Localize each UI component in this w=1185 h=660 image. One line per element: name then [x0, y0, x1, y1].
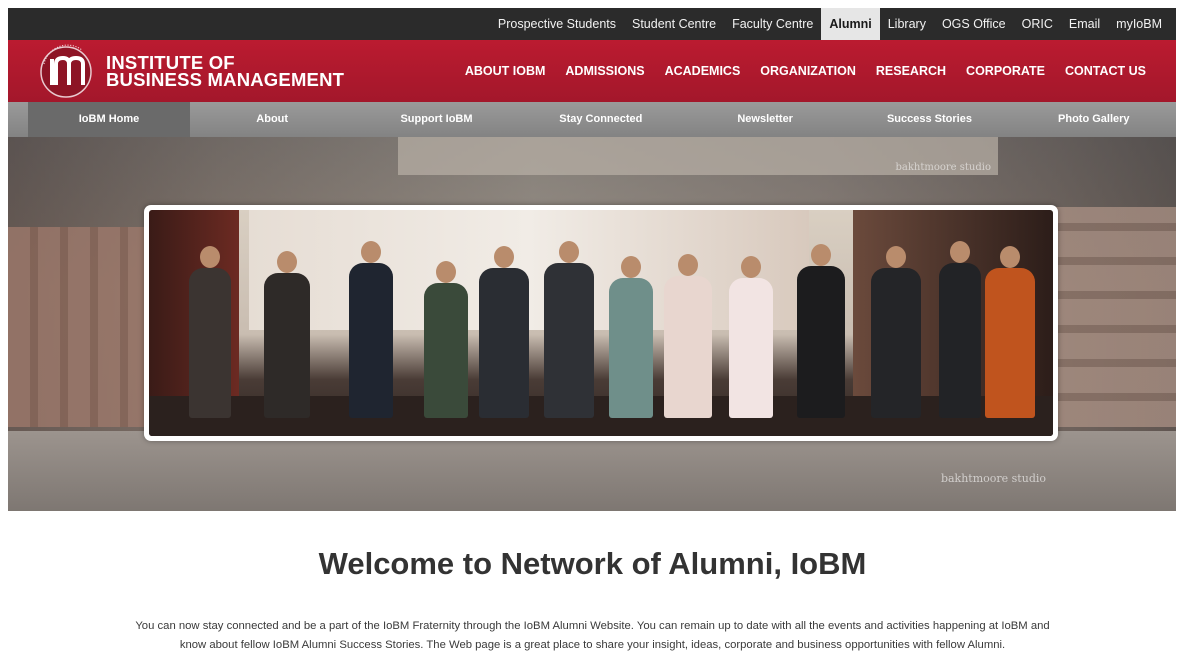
subnav-stay-connected[interactable]: Stay Connected [519, 102, 683, 137]
person-figure [189, 246, 231, 418]
topbar-link-alumni[interactable]: Alumni [821, 8, 880, 40]
nav-organization[interactable]: ORGANIZATION [760, 64, 856, 78]
iobm-logo-icon [36, 42, 100, 100]
topbar-link-faculty-centre[interactable]: Faculty Centre [724, 8, 821, 40]
subnav-about[interactable]: About [190, 102, 354, 137]
photo-watermark-bottom: bakhtmoore studio [940, 472, 1046, 485]
person-figure [729, 256, 773, 418]
person-figure [664, 254, 712, 418]
intro-paragraph: You can now stay connected and be a part… [0, 617, 1185, 655]
subnav-iobm-home[interactable]: IoBM Home [28, 102, 190, 137]
nav-admissions[interactable]: ADMISSIONS [565, 64, 644, 78]
nav-research[interactable]: RESEARCH [876, 64, 946, 78]
person-figure [264, 251, 310, 418]
intro-line-2: know about fellow IoBM Alumni Success St… [179, 639, 1006, 651]
site-logo[interactable]: INSTITUTE OF BUSINESS MANAGEMENT [36, 42, 344, 100]
topbar-link-student-centre[interactable]: Student Centre [624, 8, 724, 40]
top-utility-bar: Prospective Students Student Centre Facu… [8, 8, 1176, 40]
subnav-success-stories[interactable]: Success Stories [847, 102, 1011, 137]
projection-screen [249, 210, 809, 330]
person-figure [479, 246, 529, 418]
nav-about-iobm[interactable]: ABOUT IOBM [465, 64, 546, 78]
alumni-subnav: IoBM Home About Support IoBM Stay Connec… [8, 102, 1176, 137]
person-figure [939, 241, 981, 418]
site-header: INSTITUTE OF BUSINESS MANAGEMENT ABOUT I… [8, 40, 1176, 102]
subnav-photo-gallery[interactable]: Photo Gallery [1012, 102, 1176, 137]
nav-contact-us[interactable]: CONTACT US [1065, 64, 1146, 78]
topbar-link-ogs-office[interactable]: OGS Office [934, 8, 1014, 40]
subnav-support-iobm[interactable]: Support IoBM [354, 102, 518, 137]
person-figure [985, 246, 1035, 418]
campus-building-left [8, 227, 153, 427]
group-photo-frame[interactable] [144, 205, 1058, 441]
photo-watermark-top: bakhtmoore studio [895, 162, 992, 173]
main-nav: ABOUT IOBM ADMISSIONS ACADEMICS ORGANIZA… [445, 64, 1146, 78]
topbar-link-email[interactable]: Email [1061, 8, 1108, 40]
hero-banner: bakhtmoore studio bakhtmoore studio [8, 137, 1176, 511]
logo-line-2: BUSINESS MANAGEMENT [106, 69, 345, 90]
person-figure [871, 246, 921, 418]
topbar-link-prospective-students[interactable]: Prospective Students [490, 8, 624, 40]
topbar-link-oric[interactable]: ORIC [1014, 8, 1061, 40]
subnav-newsletter[interactable]: Newsletter [683, 102, 847, 137]
page-title: Welcome to Network of Alumni, IoBM [318, 546, 867, 581]
alumni-group-photo [149, 210, 1053, 436]
nav-corporate[interactable]: CORPORATE [966, 64, 1045, 78]
campus-building-right [1051, 207, 1176, 427]
person-figure [797, 244, 845, 418]
topbar-link-library[interactable]: Library [880, 8, 934, 40]
person-figure [349, 241, 393, 418]
topbar-link-myiobm[interactable]: myIoBM [1108, 8, 1170, 40]
person-figure [609, 256, 653, 418]
nav-academics[interactable]: ACADEMICS [665, 64, 741, 78]
campus-ground [8, 431, 1176, 511]
person-figure [424, 261, 468, 418]
person-figure [544, 241, 594, 418]
institute-name: INSTITUTE OF BUSINESS MANAGEMENT [106, 53, 345, 90]
intro-line-1: You can now stay connected and be a part… [135, 620, 1050, 632]
